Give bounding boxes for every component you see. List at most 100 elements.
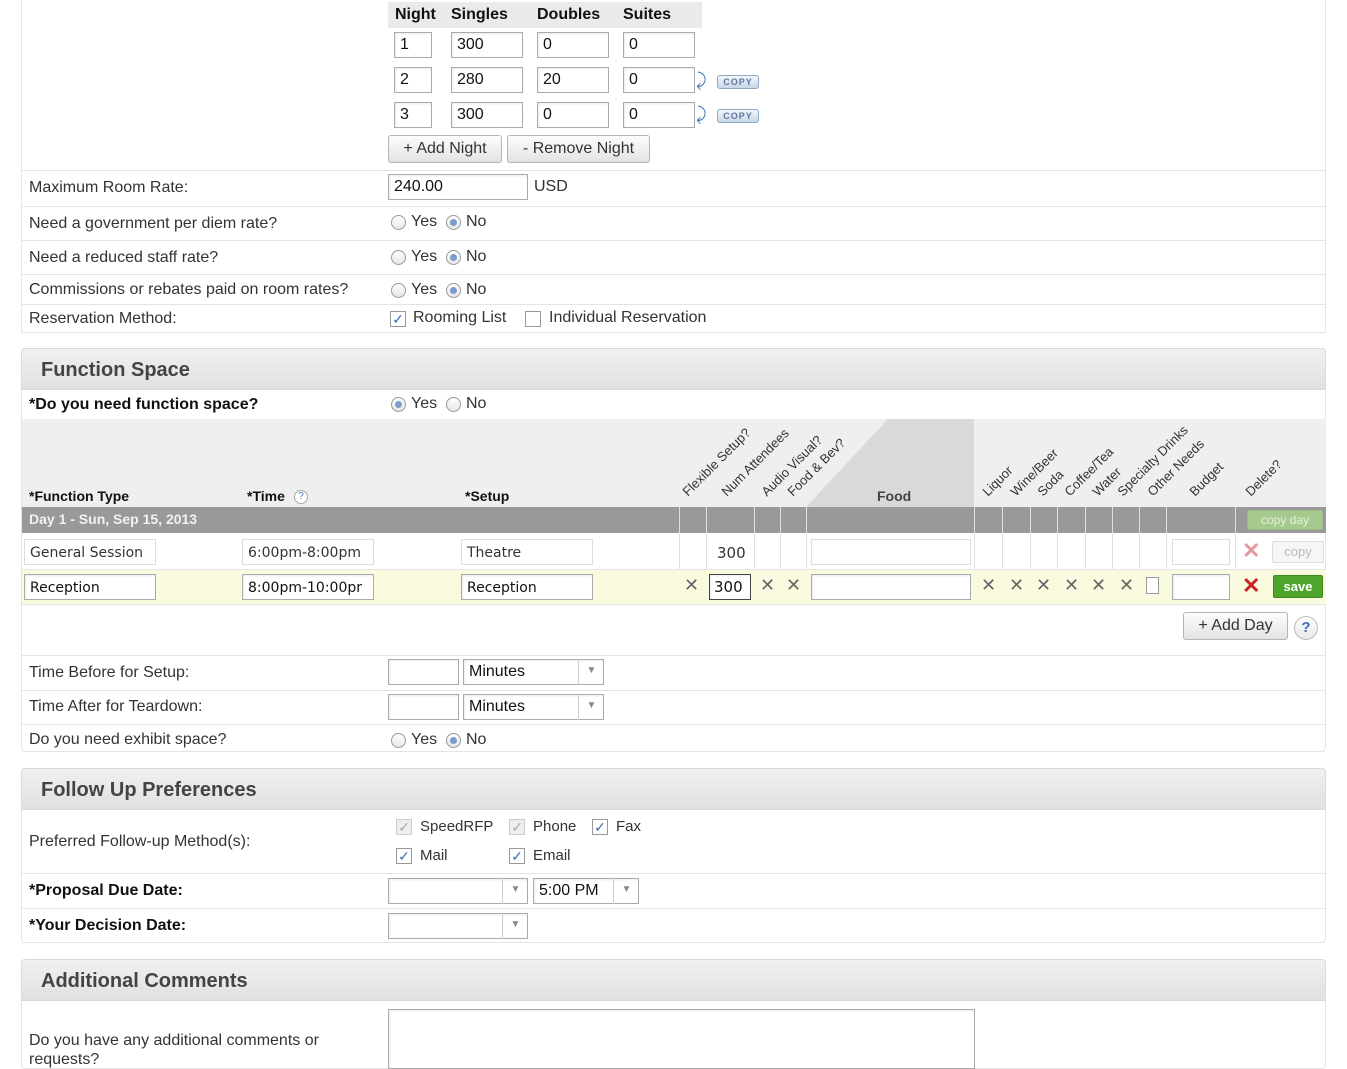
night-3-input[interactable]: 3 [394,102,432,128]
commissions-no-radio[interactable] [446,283,461,298]
no-label: No [466,731,487,748]
exhibit-yes-radio[interactable] [391,733,406,748]
divider [22,304,1326,305]
mail-checkbox[interactable]: ✓ [396,848,412,864]
liquor-x-icon[interactable]: ✕ [981,575,996,596]
email-checkbox[interactable]: ✓ [509,848,525,864]
comments-header: Additional Comments [21,959,1326,1001]
setup-input[interactable]: Reception [461,574,593,600]
doubles-1-input[interactable]: 0 [537,32,609,58]
night-1-input[interactable]: 1 [394,32,432,58]
delete-icon[interactable]: ✕ [1242,538,1260,564]
yes-label: Yes [411,248,438,265]
singles-1-input[interactable]: 300 [451,32,523,58]
attendees-input[interactable]: 300 [709,574,751,600]
chevron-down-icon[interactable]: ▼ [578,694,604,720]
chevron-down-icon[interactable]: ▼ [613,878,639,904]
col-function-type: *Function Type [29,488,130,504]
function-space-yes-radio[interactable] [391,397,406,412]
coffee-tea-x-icon[interactable]: ✕ [1064,575,1079,596]
yes-label: Yes [411,395,438,412]
col-food: Food [877,488,912,504]
suites-3-input[interactable]: 0 [623,102,695,128]
per-diem-yes-radio[interactable] [391,215,406,230]
add-night-button[interactable]: + Add Night [388,135,502,163]
soda-x-icon[interactable]: ✕ [1036,575,1051,596]
staff-rate-no-radio[interactable] [446,250,461,265]
doubles-2-input[interactable]: 20 [537,67,609,93]
staff-rate-label: Need a reduced staff rate? [29,249,219,266]
teardown-label: Time After for Teardown: [29,698,203,715]
chevron-down-icon[interactable]: ▼ [502,913,528,939]
wine-beer-x-icon[interactable]: ✕ [1009,575,1024,596]
individual-checkbox[interactable] [525,311,541,327]
no-label: No [466,248,487,265]
suites-2-input[interactable]: 0 [623,67,695,93]
help-icon[interactable]: ? [1294,616,1318,640]
no-label: No [466,281,487,298]
exhibit-label: Do you need exhibit space? [29,731,227,748]
suites-1-input[interactable]: 0 [623,32,695,58]
followup-header: Follow Up Preferences [21,768,1326,810]
time-cell[interactable]: 6:00pm-8:00pm [242,539,374,565]
function-table-header [22,419,1326,507]
section-title: Follow Up Preferences [41,779,257,801]
budget-input[interactable] [1172,574,1230,600]
doubles-3-input[interactable]: 0 [537,102,609,128]
staff-rate-yes-radio[interactable] [391,250,406,265]
function-space-no-radio[interactable] [446,397,461,412]
copy-row-button[interactable]: copy [1272,541,1324,563]
night-2-input[interactable]: 2 [394,67,432,93]
food-input[interactable] [811,574,971,600]
comments-textarea[interactable] [388,1009,975,1069]
max-rate-input[interactable]: 240.00 [388,174,528,200]
fax-checkbox[interactable]: ✓ [592,819,608,835]
attendees-cell: 300 [717,544,746,562]
no-label: No [466,213,487,230]
commissions-yes-radio[interactable] [391,283,406,298]
reservation-label: Reservation Method: [29,310,177,327]
per-diem-no-radio[interactable] [446,215,461,230]
delete-icon[interactable]: ✕ [1242,573,1260,599]
mail-label: Mail [420,847,448,864]
setup-cell[interactable]: Theatre [461,539,593,565]
teardown-time-input[interactable] [388,694,459,720]
remove-night-button[interactable]: - Remove Night [507,135,650,163]
food-bev-x-icon[interactable]: ✕ [786,575,801,596]
rooming-list-label: Rooming List [413,309,507,326]
budget-cell[interactable] [1172,539,1230,565]
time-help-icon[interactable]: ? [294,490,308,504]
setup-time-input[interactable] [388,659,459,685]
function-type-cell[interactable]: General Session [24,539,156,565]
rooming-list-checkbox[interactable]: ✓ [390,311,406,327]
copy-day-button[interactable]: copy day [1247,510,1323,530]
function-type-input[interactable]: Reception [24,574,156,600]
add-day-button[interactable]: + Add Day [1183,612,1288,640]
copy-row-3-button[interactable]: COPY [717,109,759,123]
copy-row-2-button[interactable]: COPY [717,75,759,89]
time-input[interactable]: 8:00pm-10:00pr [242,574,374,600]
day-label: Day 1 - Sun, Sep 15, 2013 [29,511,198,527]
decision-date-label: *Your Decision Date: [29,917,187,934]
chevron-down-icon[interactable]: ▼ [502,878,528,904]
need-function-space-label: *Do you need function space? [29,396,259,413]
select-value: Minutes [469,663,526,680]
exhibit-no-radio[interactable] [446,733,461,748]
col-doubles: Doubles [537,6,601,23]
col-time: *Time [247,488,285,504]
chevron-down-icon[interactable]: ▼ [578,659,604,685]
water-x-icon[interactable]: ✕ [1091,575,1106,596]
speedrfp-label: SpeedRFP [420,818,494,835]
singles-2-input[interactable]: 280 [451,67,523,93]
yes-label: Yes [411,731,438,748]
audio-visual-x-icon[interactable]: ✕ [760,575,775,596]
document-icon[interactable] [1146,577,1159,594]
save-button[interactable]: save [1273,575,1323,598]
divider [22,332,1326,333]
specialty-drinks-x-icon[interactable]: ✕ [1119,575,1134,596]
section-title: Additional Comments [41,970,248,992]
email-label: Email [533,847,571,864]
flexible-setup-x-icon[interactable]: ✕ [684,575,699,596]
food-cell[interactable] [811,539,971,565]
singles-3-input[interactable]: 300 [451,102,523,128]
